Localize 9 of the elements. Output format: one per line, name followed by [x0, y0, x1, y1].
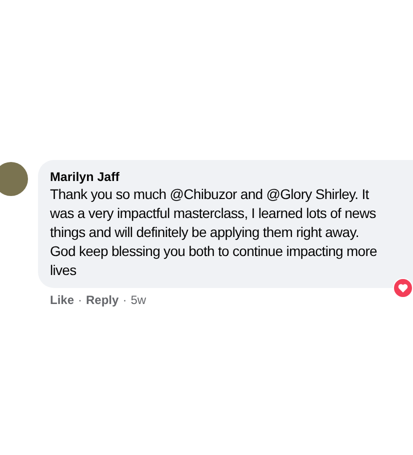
heart-reaction-icon[interactable] [393, 278, 413, 298]
comment-time[interactable]: 5w [130, 293, 146, 307]
comment-text: Thank you so much @Chibuzor and @Glory Shirley. It was a very impactful masterclass, I learned lots of news things and will definitely be applying them right away. God keep blessing you both to continue impacting more lives [50, 185, 378, 280]
separator-dot: · [78, 293, 82, 307]
comment-action-link[interactable]: Like [50, 293, 74, 307]
avatar[interactable] [0, 162, 28, 196]
separator-dot: · [122, 293, 127, 307]
comment-action-link[interactable]: Reply [86, 293, 119, 307]
author-name[interactable]: Marilyn Jaff [50, 169, 413, 185]
